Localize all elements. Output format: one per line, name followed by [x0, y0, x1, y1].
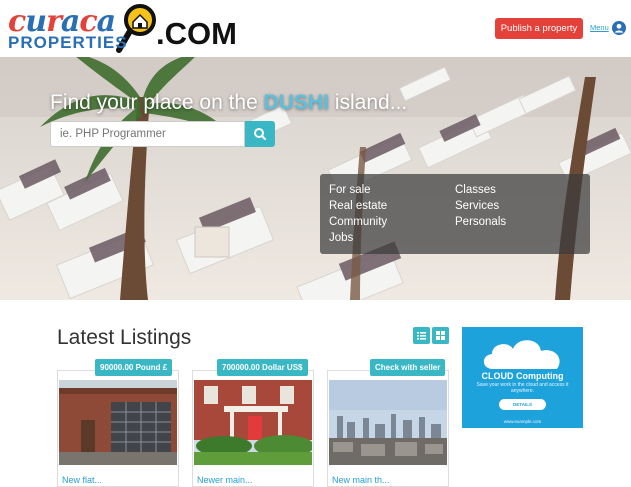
site-header: curaca PROPERTIES .COM Publish a propert…: [0, 0, 631, 57]
listing-card[interactable]: Newer main...: [192, 370, 314, 487]
ad-title: CLOUD Computing: [481, 371, 564, 381]
category-panel: For sale Real estate Community Jobs Clas…: [320, 174, 590, 254]
cloud-icon: [483, 340, 560, 369]
logo-dotcom: .COM: [156, 16, 237, 51]
site-logo[interactable]: curaca PROPERTIES .COM: [8, 4, 237, 54]
ad-details-button[interactable]: DETAILS: [499, 399, 546, 410]
hero-banner: Find your place on the DUSHI island... F…: [0, 57, 631, 300]
search-icon: [254, 128, 266, 140]
logo-word-properties: PROPERTIES: [8, 33, 128, 52]
listing-caption[interactable]: Newer main...: [197, 475, 253, 485]
hero-title-prefix: Find your place on the: [50, 91, 264, 114]
listing-card[interactable]: New flat...: [57, 370, 179, 487]
red-house-photo[interactable]: [194, 380, 312, 465]
garage-house-photo[interactable]: [59, 380, 177, 465]
grid-view-icon: [436, 331, 445, 340]
listing-card[interactable]: New main th...: [327, 370, 449, 487]
latest-listings-title: Latest Listings: [57, 326, 192, 349]
search-button[interactable]: [245, 121, 275, 147]
ad-subtitle: Save your work in the cloud and access i…: [476, 382, 569, 394]
listing-caption[interactable]: New main th...: [332, 475, 390, 485]
category-services[interactable]: Services: [455, 200, 499, 212]
listing-caption[interactable]: New flat...: [62, 475, 102, 485]
list-view-button[interactable]: [413, 327, 430, 344]
price-tag: 90000.00 Pound £: [95, 359, 173, 376]
grid-view-button[interactable]: [432, 327, 449, 344]
price-tag: Check with seller: [370, 359, 446, 376]
category-community[interactable]: Community: [329, 216, 387, 228]
price-tag: 700000.00 Dollar US$: [217, 359, 308, 376]
hero-title: Find your place on the DUSHI island...: [50, 91, 407, 115]
search-input[interactable]: [50, 121, 245, 147]
list-view-icon: [417, 332, 426, 340]
category-personals[interactable]: Personals: [455, 216, 506, 228]
city-skyline-photo[interactable]: [329, 380, 447, 465]
hero-title-suffix: island...: [328, 91, 408, 114]
ad-footer-url: www.example.com: [503, 419, 542, 424]
publish-property-button[interactable]: Publish a property: [495, 18, 583, 39]
category-for-sale[interactable]: For sale: [329, 184, 371, 196]
menu-link[interactable]: Menu: [590, 23, 609, 32]
hero-title-highlight: DUSHI: [263, 91, 329, 114]
category-classes[interactable]: Classes: [455, 184, 496, 196]
category-real-estate[interactable]: Real estate: [329, 200, 387, 212]
cloud-computing-ad[interactable]: CLOUD Computing Save your work in the cl…: [462, 327, 583, 428]
user-circle-icon[interactable]: [612, 21, 626, 35]
category-jobs[interactable]: Jobs: [329, 232, 353, 244]
